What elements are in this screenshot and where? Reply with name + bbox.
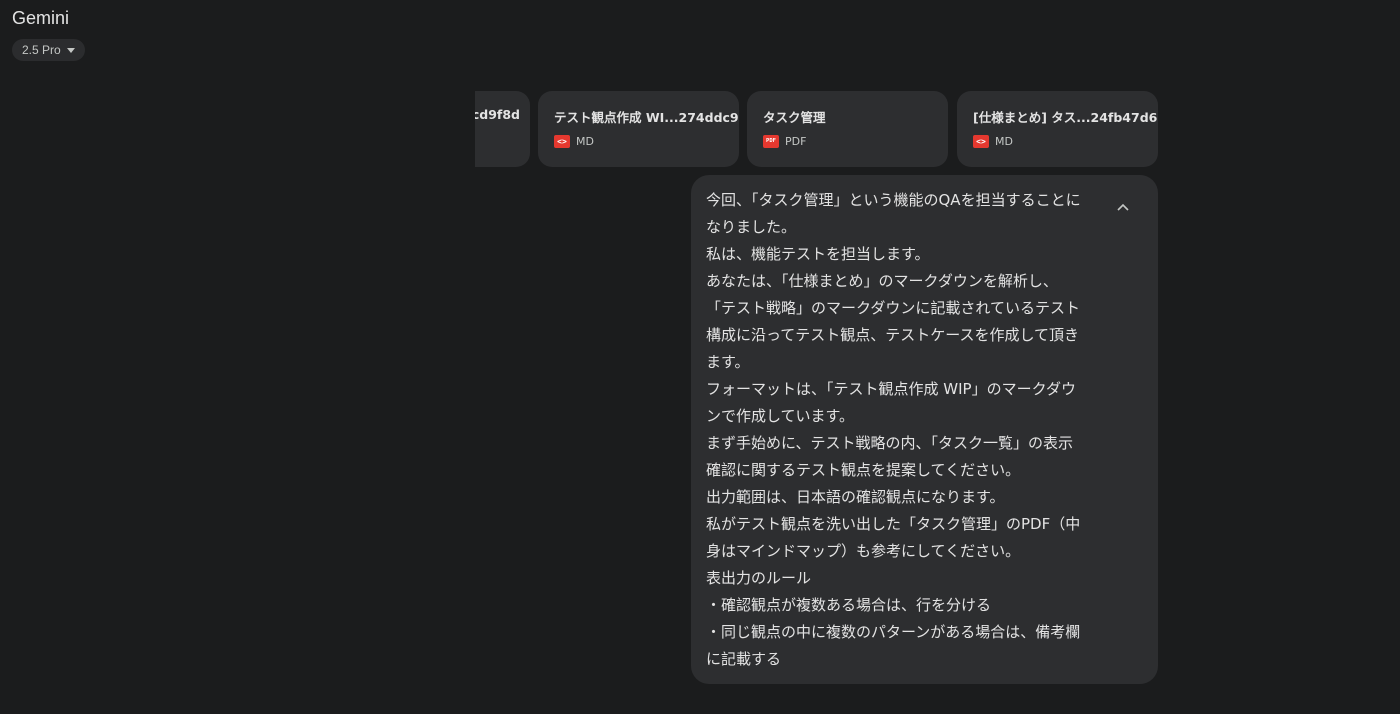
- message-line: ・同じ観点の中に複数のパターンがある場合は、備考欄: [706, 623, 1081, 641]
- message-line: 私がテスト観点を洗い出した「タスク管理」のPDF（中: [706, 515, 1081, 533]
- message-line: ンで作成しています。: [706, 407, 855, 425]
- message-line: なりました。: [706, 218, 797, 236]
- message-line: 確認に関するテスト観点を提案してください。: [706, 461, 1021, 479]
- app-title: Gemini: [12, 8, 70, 28]
- code-file-icon: <>: [554, 135, 570, 148]
- file-type-label: MD: [995, 135, 1013, 148]
- message-line: に記載する: [706, 650, 782, 668]
- message-line: 私は、機能テストを担当します。: [706, 245, 930, 263]
- message-line: あなたは、「仕様まとめ」のマークダウンを解析し、: [706, 272, 1058, 290]
- message-line: 今回、「タスク管理」という機能のQAを担当することに: [706, 191, 1081, 209]
- message-line: 「テスト戦略」のマークダウンに記載されているテスト: [706, 299, 1080, 317]
- message-line: 表出力のルール: [706, 569, 812, 587]
- message-line: 構成に沿ってテスト観点、テストケースを作成して頂き: [706, 326, 1080, 344]
- message-line: ます。: [706, 353, 750, 371]
- file-card[interactable]: タスク管理 PDF PDF: [747, 91, 948, 167]
- file-name: [仕様まとめ] タス...24fb47d65: [973, 110, 1158, 125]
- file-type: <> MD: [554, 135, 594, 148]
- message-line: ・確認観点が複数ある場合は、行を分ける: [706, 596, 992, 614]
- file-card[interactable]: [仕様まとめ] タス...24fb47d65 <> MD: [957, 91, 1158, 167]
- chevron-up-icon[interactable]: [1111, 195, 1135, 219]
- message-text: 今回、「タスク管理」という機能のQAを担当することに なりました。 私は、機能テ…: [706, 187, 1104, 673]
- message-line: 出力範囲は、日本語の確認観点になります。: [706, 488, 1005, 506]
- file-type: PDF PDF: [763, 135, 806, 148]
- attached-files-strip[interactable]: …04bbcd9f8d テスト観点作成 WI...274ddc903d <> M…: [475, 91, 1158, 167]
- message-line: 身はマインドマップ）も参考にしてください。: [706, 542, 1021, 560]
- message-line: まず手始めに、テスト戦略の内、「タスク一覧」の表示: [706, 434, 1074, 452]
- file-name: テスト観点作成 WI...274ddc903d: [554, 110, 739, 125]
- file-type-label: PDF: [785, 135, 807, 148]
- gemini-chat-screen: Gemini 2.5 Pro …04bbcd9f8d テスト観点作成 WI...…: [0, 0, 1400, 714]
- file-name: …04bbcd9f8d: [475, 107, 520, 122]
- file-card[interactable]: テスト観点作成 WI...274ddc903d <> MD: [538, 91, 739, 167]
- user-message-bubble: 今回、「タスク管理」という機能のQAを担当することに なりました。 私は、機能テ…: [691, 175, 1158, 684]
- model-selector[interactable]: 2.5 Pro: [12, 39, 85, 61]
- message-line: フォーマットは、「テスト観点作成 WIP」のマークダウ: [706, 380, 1076, 398]
- file-card[interactable]: …04bbcd9f8d: [475, 91, 530, 167]
- caret-down-icon: [66, 47, 75, 53]
- code-file-icon: <>: [973, 135, 989, 148]
- pdf-file-icon: PDF: [763, 135, 779, 148]
- model-label: 2.5 Pro: [22, 43, 61, 57]
- file-name: タスク管理: [763, 110, 826, 125]
- file-type: <> MD: [973, 135, 1013, 148]
- file-type-label: MD: [576, 135, 594, 148]
